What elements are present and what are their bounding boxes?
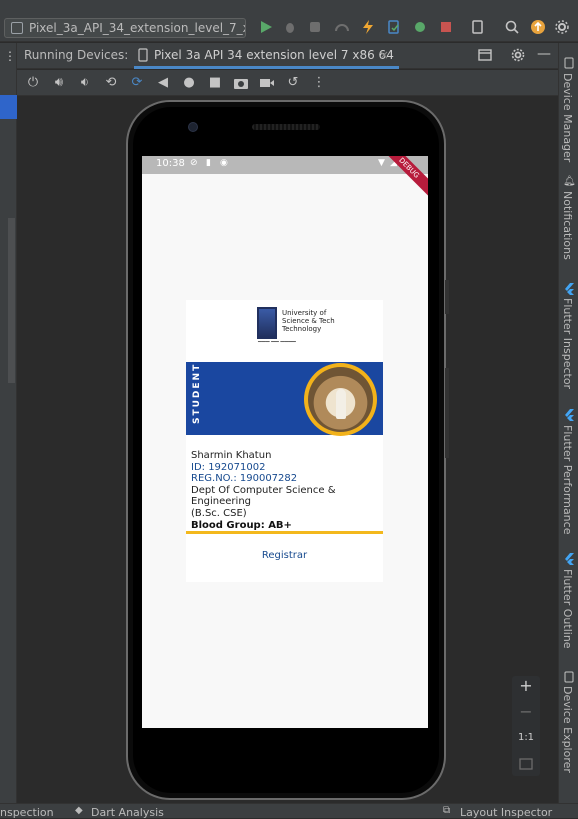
zoom-out-button[interactable]: −: [512, 702, 540, 721]
student-photo: [308, 367, 373, 432]
phone-icon: [138, 48, 148, 62]
sidebar-item-flutter-inspector[interactable]: Flutter Inspector: [561, 298, 574, 389]
device-manager-icon: [564, 57, 574, 69]
device-icon: [11, 22, 23, 34]
bottom-tool-bar: nspection ◆ Dart Analysis ⧉ Layout Inspe…: [0, 803, 578, 819]
blood-group: Blood Group: AB+: [191, 519, 292, 531]
tab-device[interactable]: Pixel 3a API 34 extension level 7 x86 64…: [134, 43, 399, 69]
student-info: Sharmin Khatun ID: 192071002 REG.NO.: 19…: [191, 450, 381, 531]
notification-icon: ◉: [220, 158, 228, 168]
window-layout-icon[interactable]: [478, 48, 492, 62]
gear-icon[interactable]: [511, 48, 525, 62]
status-time: 10:38: [156, 158, 185, 169]
snapshot-icon[interactable]: ↺: [285, 75, 301, 91]
university-name-line1: University of: [282, 309, 327, 317]
university-name-line2: Science & Tech: [282, 317, 335, 325]
run-config-label: Pixel_3a_API_34_extension_level_7_x86...: [29, 21, 245, 35]
student-id: ID: 192071002: [191, 461, 266, 473]
card-divider: [186, 531, 383, 534]
sidebar-item-device-manager[interactable]: Device Manager: [561, 73, 574, 162]
flutter-icon: [565, 409, 574, 421]
coverage-icon[interactable]: [307, 19, 323, 35]
status-bar: 10:38 ⊘ ▮ ◉ ▼ ◢ DEBUG: [142, 156, 428, 197]
dnd-icon: ⊘: [190, 158, 198, 168]
bell-icon: 🔔︎: [563, 176, 576, 187]
university-name: University of Science & Tech Technology: [282, 309, 335, 333]
registration-number: REG.NO.: 190007282: [191, 473, 298, 485]
flutter-icon: [565, 553, 574, 565]
zoom-controls: + − 1:1: [512, 676, 540, 776]
power-icon[interactable]: ⏻: [25, 75, 41, 91]
right-tool-strip: Device Manager 🔔︎ Notifications Flutter …: [558, 43, 578, 803]
device-explorer-icon: [564, 671, 574, 683]
hot-restart-icon[interactable]: [386, 19, 402, 35]
dart-icon: ◆: [75, 805, 83, 816]
rotate-right-icon[interactable]: ⟳: [129, 75, 145, 91]
phone-screen[interactable]: 10:38 ⊘ ▮ ◉ ▼ ◢ DEBUG University of Scie…: [142, 156, 428, 728]
zoom-actual-size-button[interactable]: 1:1: [512, 732, 540, 743]
main-toolbar: Pixel_3a_API_34_extension_level_7_x86...: [0, 0, 578, 42]
rotate-left-icon[interactable]: ⟲: [103, 75, 119, 91]
search-icon[interactable]: [504, 19, 520, 35]
university-logo-icon: [257, 307, 277, 339]
overview-icon[interactable]: ■: [207, 75, 223, 91]
tab-label: Pixel 3a API 34 extension level 7 x86 64: [154, 48, 394, 62]
department: Dept Of Computer Science & Engineering: [191, 484, 336, 508]
role-label: STUDENT: [192, 362, 202, 424]
phone-volume-button: [445, 368, 449, 458]
tool-window-title: Running Devices:: [24, 48, 129, 62]
phone-speaker: [252, 124, 320, 130]
phone-power-button: [445, 280, 449, 314]
minimize-icon[interactable]: —: [537, 46, 551, 62]
screen-record-icon[interactable]: [259, 75, 275, 91]
left-tool-strip: ⋮: [0, 43, 17, 818]
stop-icon[interactable]: [438, 19, 454, 35]
run-icon[interactable]: [258, 19, 274, 35]
wifi-icon: ▼: [378, 158, 385, 168]
tool-window-header: Running Devices: Pixel 3a API 34 extensi…: [17, 43, 558, 69]
sidebar-item-device-explorer[interactable]: Device Explorer: [561, 686, 574, 773]
device-toolbar: ⏻ 🔊︎ 🔉︎ ⟲ ⟳ ◀ ● ■ ↺ ⋮: [17, 70, 558, 96]
sidebar-item-flutter-performance[interactable]: Flutter Performance: [561, 425, 574, 534]
layout-inspector-tab[interactable]: Layout Inspector: [460, 806, 552, 819]
layout-inspector-icon: ⧉: [443, 805, 451, 816]
update-icon[interactable]: [530, 19, 546, 35]
home-icon[interactable]: ●: [181, 75, 197, 91]
device-mirror-icon[interactable]: [470, 19, 486, 35]
zoom-fit-icon[interactable]: [519, 758, 533, 770]
settings-icon[interactable]: [554, 19, 570, 35]
volume-down-icon[interactable]: 🔉︎: [77, 75, 93, 91]
inspection-tab[interactable]: nspection: [0, 806, 54, 819]
scrollbar[interactable]: [8, 218, 15, 383]
university-name-line3: Technology: [282, 325, 322, 333]
flutter-attach-icon[interactable]: [412, 19, 428, 35]
front-camera: [188, 122, 198, 132]
flutter-icon: [565, 283, 574, 295]
more-options-icon[interactable]: ⋮: [4, 49, 16, 63]
student-name: Sharmin Khatun: [191, 450, 272, 461]
profile-icon[interactable]: [334, 19, 350, 35]
more-icon[interactable]: ⋮: [311, 75, 327, 91]
volume-up-icon[interactable]: 🔊︎: [51, 75, 67, 91]
sd-card-icon: ▮: [206, 158, 211, 168]
screenshot-icon[interactable]: [233, 75, 249, 91]
student-id-card: University of Science & Tech Technology …: [186, 300, 383, 582]
sidebar-item-flutter-outline[interactable]: Flutter Outline: [561, 569, 574, 649]
hot-reload-icon[interactable]: [360, 19, 376, 35]
dart-analysis-tab[interactable]: Dart Analysis: [91, 806, 164, 819]
registrar-signature: Registrar: [261, 550, 308, 561]
selected-indicator: [0, 95, 17, 119]
student-photo-figure: [336, 389, 346, 419]
sidebar-item-notifications[interactable]: Notifications: [561, 191, 574, 260]
close-icon[interactable]: ×: [379, 43, 389, 67]
debug-banner: DEBUG: [380, 156, 428, 197]
run-config-dropdown[interactable]: Pixel_3a_API_34_extension_level_7_x86...: [4, 18, 246, 38]
degree: (B.Sc. CSE): [191, 507, 247, 519]
university-motto: ▔▔▔ ▔▔ ▔▔▔▔: [258, 342, 296, 348]
card-header: University of Science & Tech Technology …: [186, 300, 383, 362]
zoom-in-button[interactable]: +: [512, 676, 540, 695]
back-icon[interactable]: ◀: [155, 75, 171, 91]
debug-icon[interactable]: [282, 19, 298, 35]
